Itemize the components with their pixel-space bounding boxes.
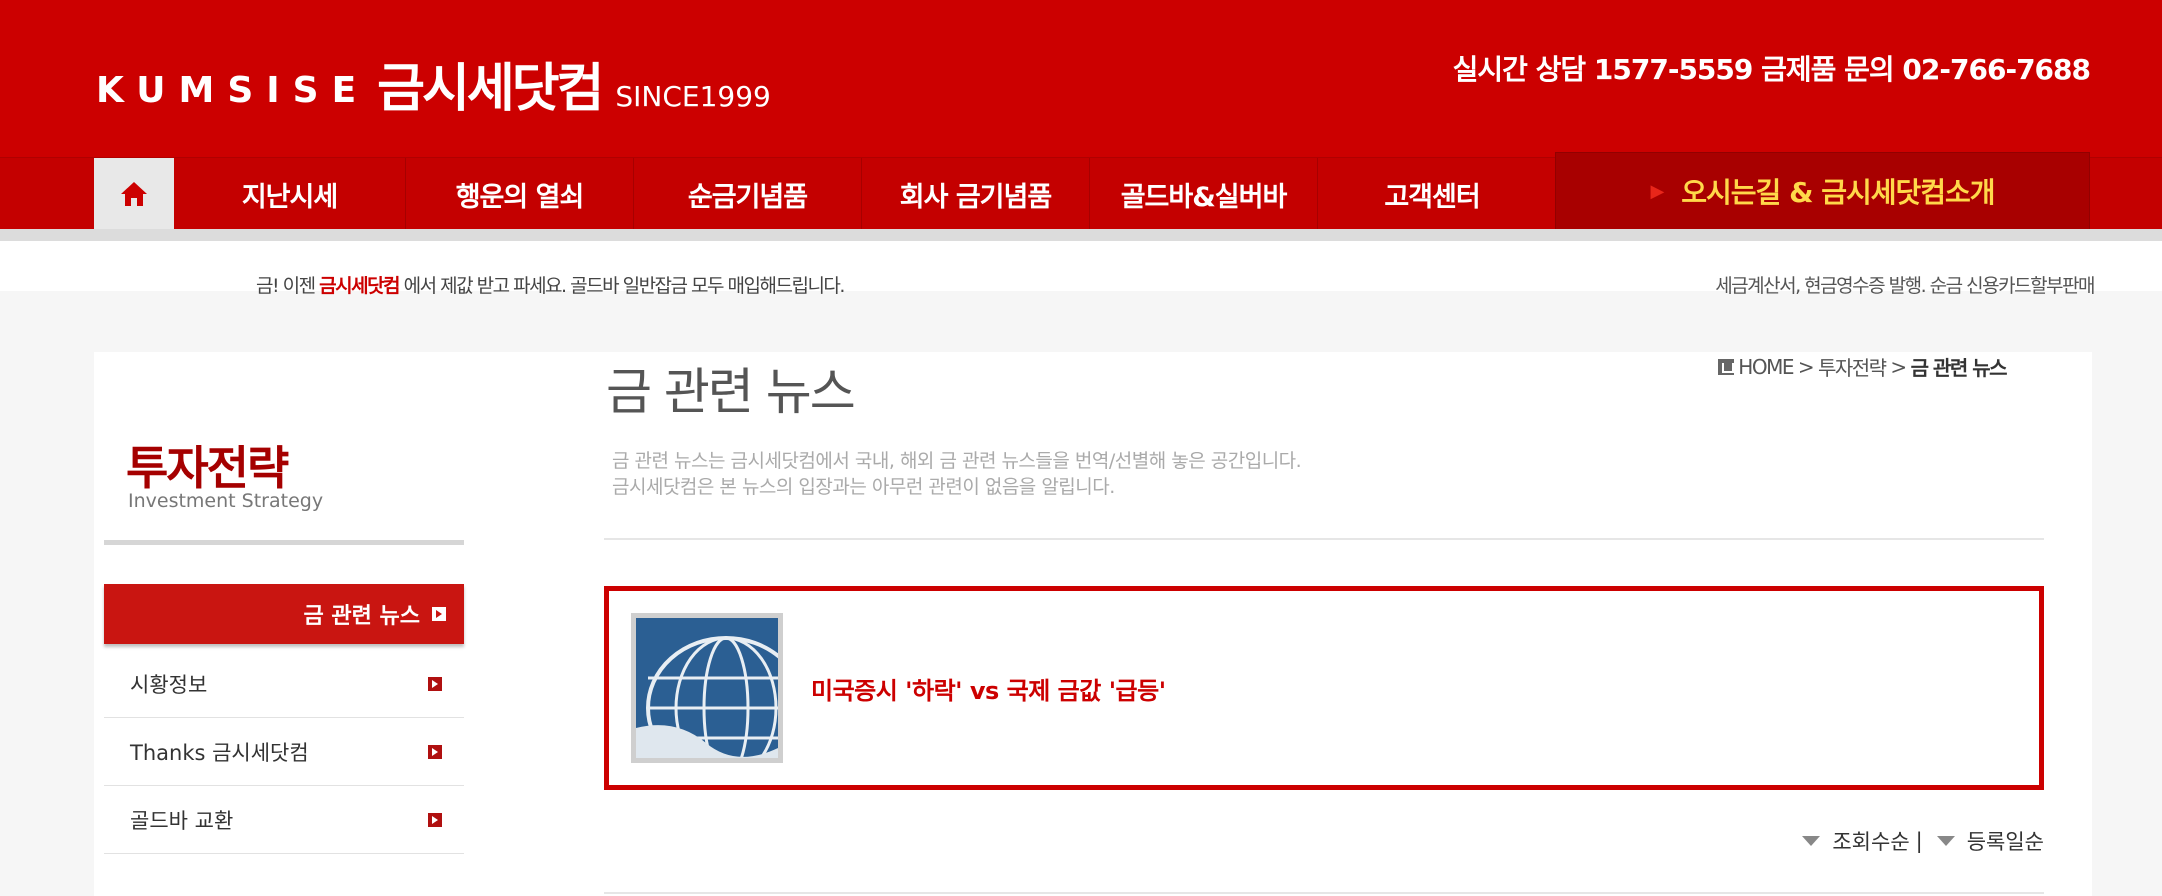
notice-suffix: 에서 제값 받고 파세요. 골드바 일반잡금 모두 매입해드립니다. — [399, 275, 846, 297]
notice-prefix: 금! 이젠 — [256, 275, 320, 297]
sidebar-item-label: 시황정보 — [130, 672, 208, 697]
site-header: KUMSISE 금시세닷컴 SINCE1999 실시간 상담 1577-5559… — [0, 0, 2162, 157]
sidebar-subtitle: Investment Strategy — [128, 490, 324, 512]
nav-divider — [0, 229, 2162, 241]
nav-item-company-souvenirs[interactable]: 회사 금기념품 — [862, 158, 1090, 230]
sidebar-item-label: 금 관련 뉴스 — [303, 604, 420, 629]
breadcrumb-separator: > — [1885, 354, 1911, 379]
arrow-box-icon — [428, 812, 442, 827]
arrow-box-icon — [428, 676, 442, 691]
triangle-down-icon — [1802, 836, 1821, 846]
logo-korean: 금시세닷컴 — [377, 59, 604, 119]
sidebar-title: 투자전략 — [126, 441, 289, 495]
logo-english: KUMSISE — [96, 70, 370, 111]
notice-highlight: 금시세닷컴 — [319, 275, 400, 297]
news-title[interactable]: 미국증시 '하락' vs 국제 금값 '급등' — [811, 671, 1166, 706]
sidebar-item-label: Thanks 금시세닷컴 — [130, 740, 309, 765]
contact-info: 실시간 상담 1577-5559 금제품 문의 02-766-7688 — [1452, 53, 2091, 86]
nav-item-gold-silver-bars[interactable]: 골드바&실버바 — [1090, 158, 1318, 230]
nav-item-customer-center[interactable]: 고객센터 — [1318, 158, 1546, 230]
nav-item-directions-intro[interactable]: ▶ 오시는길 & 금시세닷컴소개 — [1555, 152, 2090, 230]
notice-right: 세금계산서, 현금영수증 발행. 순금 신용카드할부판매 — [1715, 275, 2095, 297]
news-item[interactable]: 미국증시 '하락' vs 국제 금값 '급등' — [604, 586, 2044, 790]
breadcrumb-current: 금 관련 뉴스 — [1910, 356, 2008, 380]
news-thumbnail[interactable] — [631, 613, 783, 763]
sidebar-item-goldbar-exchange[interactable]: 골드바 교환 — [104, 786, 464, 854]
breadcrumb: HOME > 투자전략 > 금 관련 뉴스 — [1718, 352, 2008, 381]
description-line: 금시세닷컴은 본 뉴스의 입장과는 아무런 관련이 없음을 알립니다. — [612, 476, 1115, 498]
content-divider — [604, 538, 2044, 540]
triangle-down-icon — [1936, 836, 1955, 846]
sidebar-item-thanks[interactable]: Thanks 금시세닷컴 — [104, 718, 464, 786]
sort-controls: 조회수순 | 등록일순 — [1788, 826, 2044, 856]
arrow-box-icon — [428, 744, 442, 759]
home-icon — [1718, 358, 1735, 375]
nav-item-past-prices[interactable]: 지난시세 — [174, 158, 406, 230]
notice-left: 금! 이젠 금시세닷컴 에서 제값 받고 파세요. 골드바 일반잡금 모두 매입… — [256, 271, 846, 298]
sidebar-item-gold-news[interactable]: 금 관련 뉴스 — [104, 584, 464, 644]
site-logo[interactable]: KUMSISE 금시세닷컴 SINCE1999 — [96, 45, 771, 125]
breadcrumb-separator: > — [1792, 354, 1818, 379]
sidebar-item-label: 골드바 교환 — [130, 808, 234, 833]
page-title: 금 관련 뉴스 — [606, 363, 856, 421]
notice-bar: 금! 이젠 금시세닷컴 에서 제값 받고 파세요. 골드바 일반잡금 모두 매입… — [0, 241, 2162, 297]
nav-item-lucky-key[interactable]: 행운의 열쇠 — [406, 158, 634, 230]
globe-image — [636, 618, 778, 758]
home-icon — [121, 182, 147, 206]
arrow-right-icon: ▶ — [1650, 180, 1664, 202]
breadcrumb-home[interactable]: HOME — [1738, 355, 1794, 379]
sort-by-date[interactable]: 등록일순 — [1967, 826, 2044, 856]
main-nav: 지난시세 행운의 열쇠 순금기념품 회사 금기념품 골드바&실버바 고객센터 ▶… — [0, 152, 2162, 230]
description-line: 금 관련 뉴스는 금시세닷컴에서 국내, 해외 금 관련 뉴스들을 번역/선별해… — [612, 450, 1302, 472]
nav-intro-label: 오시는길 & 금시세닷컴소개 — [1681, 176, 1995, 209]
list-divider — [604, 892, 2044, 894]
nav-home-button[interactable] — [94, 158, 174, 230]
sidebar-divider — [104, 540, 464, 545]
nav-item-gold-souvenirs[interactable]: 순금기념품 — [634, 158, 862, 230]
sidebar-item-market-info[interactable]: 시황정보 — [104, 650, 464, 718]
sort-separator: | — [1915, 829, 1923, 853]
sort-by-views[interactable]: 조회수순 — [1832, 826, 1909, 856]
arrow-box-icon — [432, 607, 446, 621]
logo-since: SINCE1999 — [615, 80, 771, 113]
page-description: 금 관련 뉴스는 금시세닷컴에서 국내, 해외 금 관련 뉴스들을 번역/선별해… — [612, 448, 1302, 500]
breadcrumb-parent[interactable]: 투자전략 — [1818, 352, 1887, 381]
